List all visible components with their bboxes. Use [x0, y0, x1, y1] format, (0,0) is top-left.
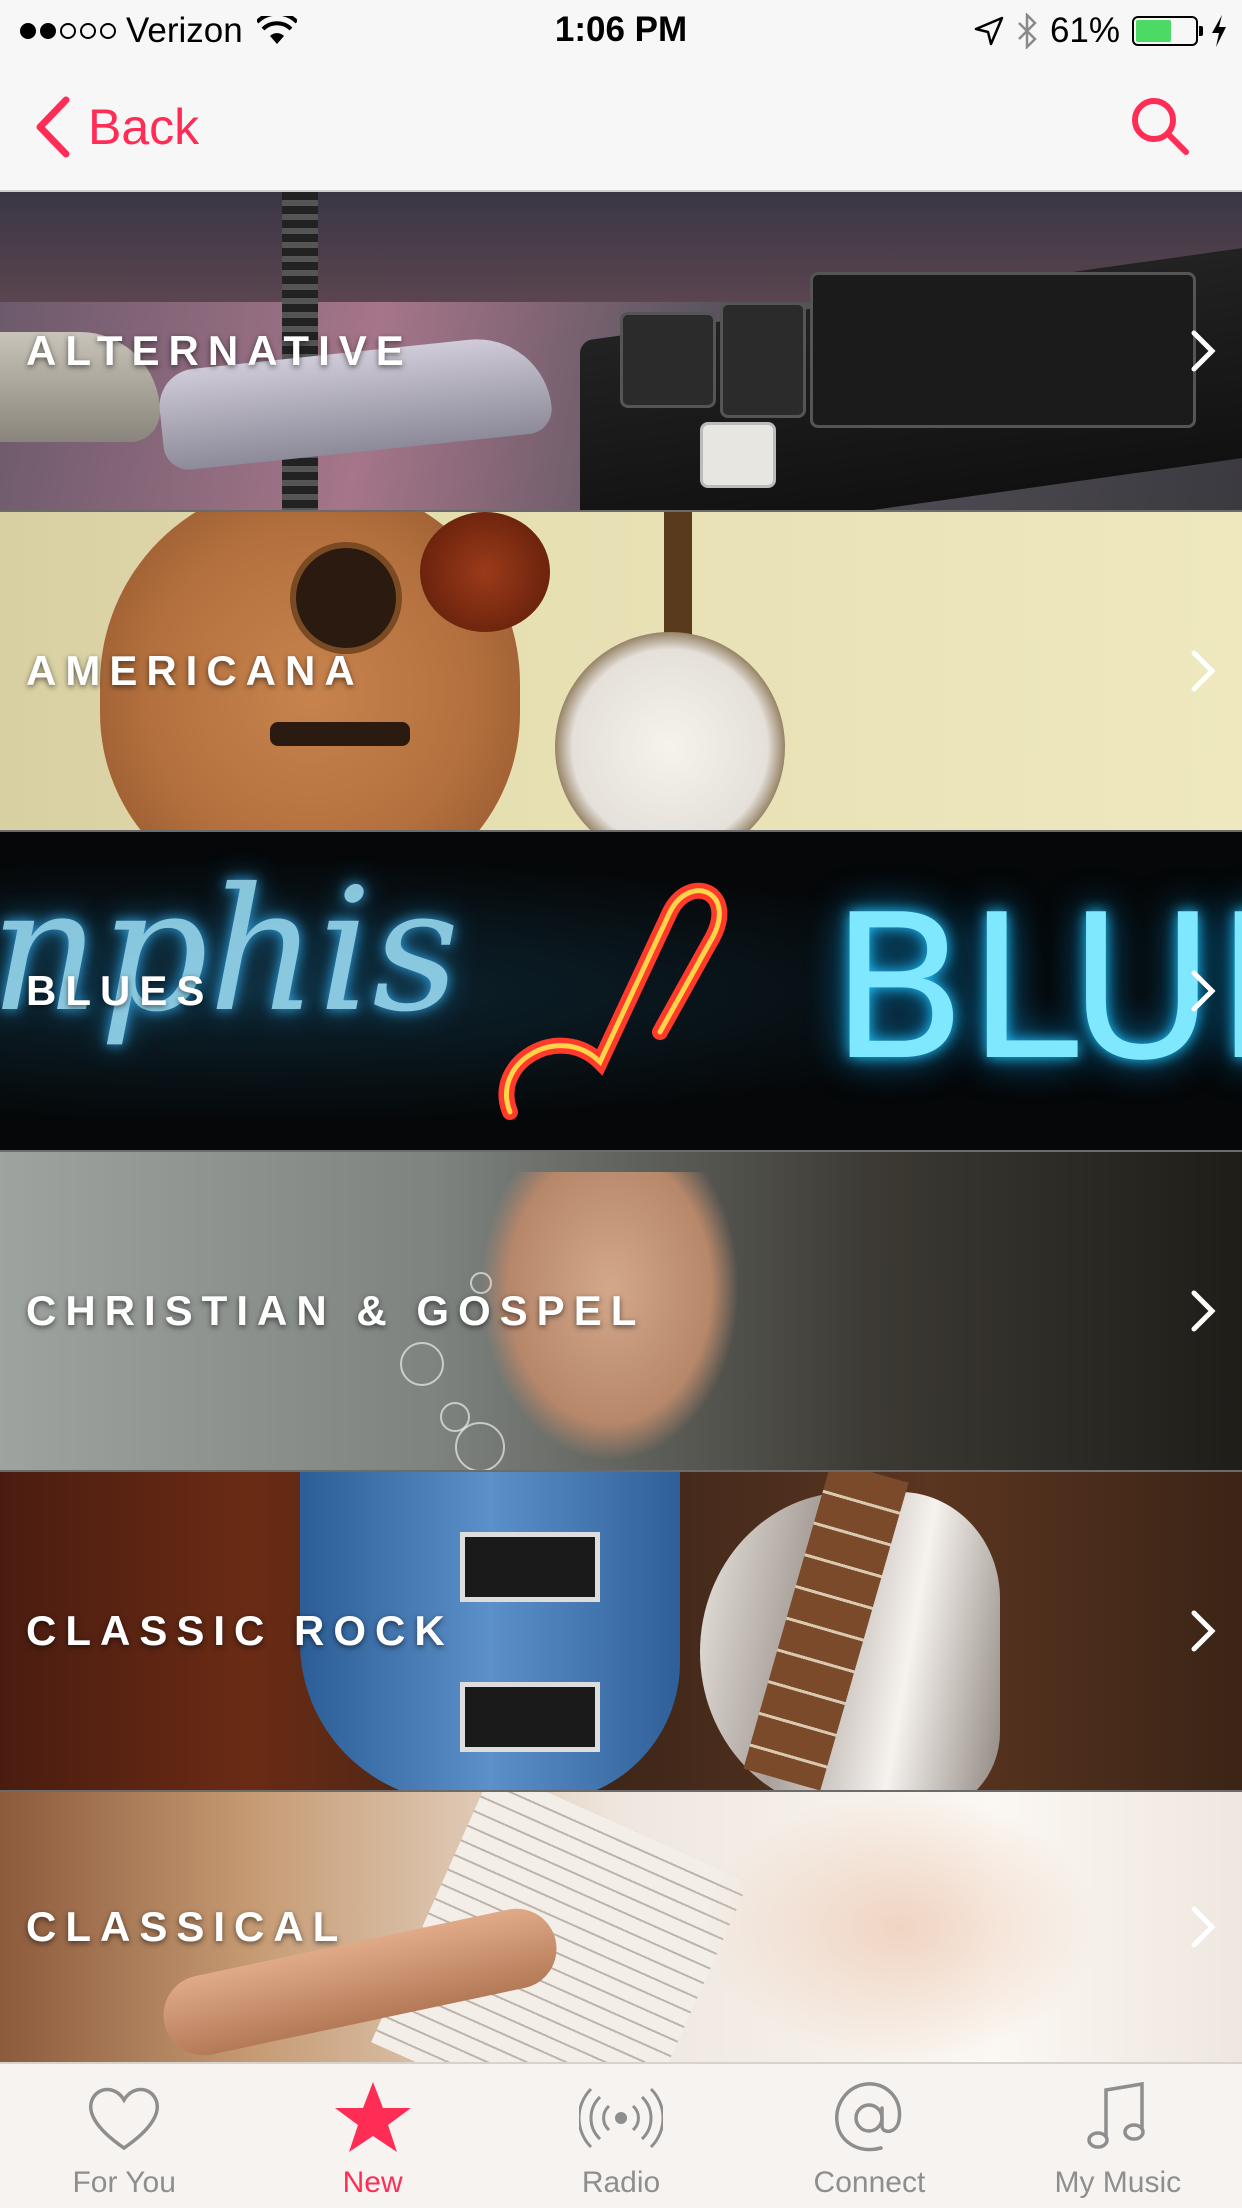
status-bar: Verizon 1:06 PM 61% [0, 0, 1242, 60]
tab-label: New [342, 2166, 403, 2199]
heart-icon [89, 2087, 160, 2151]
genre-label: AMERICANA [26, 647, 364, 694]
tab-connect[interactable]: Connect [745, 2064, 993, 2208]
tab-new[interactable]: New [248, 2064, 496, 2208]
neon-note-icon [498, 882, 728, 1120]
back-button[interactable]: Back [34, 92, 199, 162]
genre-row-americana[interactable]: AMERICANA [0, 512, 1242, 832]
genre-row-alternative[interactable]: ALTERNATIVE [0, 192, 1242, 512]
tab-radio[interactable]: Radio [497, 2064, 745, 2208]
battery-percent: 61% [1049, 11, 1120, 50]
genre-list: ALTERNATIVE AMERICANA nphis BLUE BLUES [0, 192, 1242, 2062]
star-icon [334, 2082, 411, 2152]
genre-label: CLASSIC ROCK [26, 1607, 454, 1654]
neon-text-left: nphis [0, 852, 460, 1050]
tab-label: Radio [581, 2166, 661, 2199]
chevron-right-icon [1191, 650, 1216, 692]
chevron-right-icon [1191, 330, 1216, 372]
genre-row-christian-gospel[interactable]: CHRISTIAN & GOSPEL [0, 1152, 1242, 1472]
location-icon [974, 16, 1004, 46]
back-label: Back [88, 99, 200, 155]
genre-row-classic-rock[interactable]: CLASSIC ROCK [0, 1472, 1242, 1792]
genre-row-blues[interactable]: nphis BLUE BLUES [0, 832, 1242, 1152]
tab-label: For You [72, 2166, 176, 2199]
search-button[interactable] [1128, 94, 1192, 158]
search-icon [1132, 98, 1189, 155]
chevron-right-icon [1191, 1906, 1216, 1948]
neon-text-right: BLUE [830, 872, 1242, 1105]
radio-icon [579, 2087, 664, 2149]
genre-label: CLASSICAL [26, 1903, 348, 1950]
navigation-bar: Back [0, 60, 1242, 192]
chevron-right-icon [1191, 1610, 1216, 1652]
genre-row-classical[interactable]: CLASSICAL [0, 1792, 1242, 2062]
genre-label: BLUES [26, 967, 214, 1014]
at-icon [835, 2082, 902, 2152]
charging-bolt-icon [1212, 15, 1226, 47]
tab-bar: For You New Radio Connect My Music [0, 2062, 1242, 2208]
chevron-right-icon [1191, 970, 1216, 1012]
chevron-left-icon [36, 96, 70, 158]
chevron-right-icon [1191, 1290, 1216, 1332]
tab-label: Connect [813, 2166, 926, 2199]
tab-label: My Music [1054, 2166, 1182, 2199]
tab-my-music[interactable]: My Music [994, 2064, 1242, 2208]
bluetooth-icon [1018, 13, 1037, 49]
genre-label: ALTERNATIVE [26, 327, 413, 374]
tab-for-you[interactable]: For You [0, 2064, 248, 2208]
genre-label: CHRISTIAN & GOSPEL [26, 1287, 646, 1334]
battery-icon [1132, 16, 1203, 46]
music-note-icon [1087, 2081, 1145, 2149]
